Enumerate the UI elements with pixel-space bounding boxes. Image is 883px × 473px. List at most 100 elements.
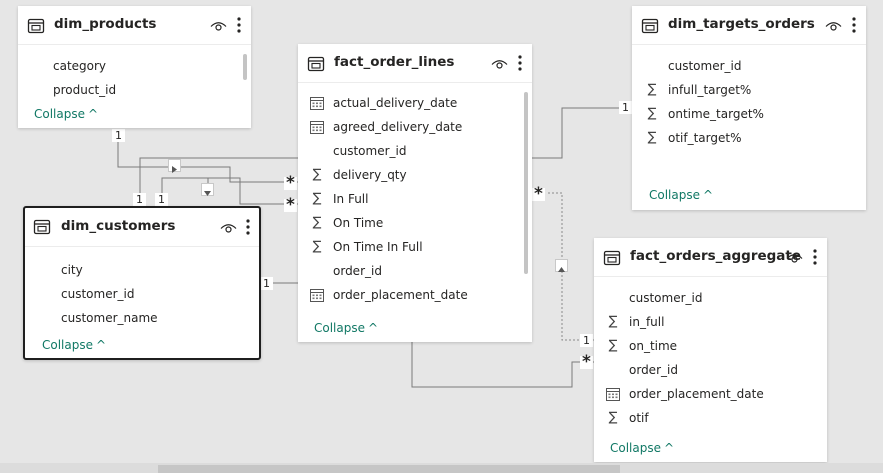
collapse-link[interactable]: Collapse ^ [610,440,674,456]
arrow-up-icon [558,267,565,272]
table-title: fact_order_lines [334,54,455,70]
field-name: customer_id [629,291,703,305]
eye-icon[interactable] [210,21,227,32]
eye-icon[interactable] [786,253,803,264]
field-name: order_placement_date [333,288,468,302]
field-name: product_id [53,83,117,97]
sigma-icon: ∑ [312,167,322,182]
cardinality-one: 1 [155,193,168,206]
field-name: otif [629,411,649,425]
table-card-dim-customers[interactable]: dim_customers city customer_id customer_na… [23,206,261,360]
field-icon [605,362,621,378]
field-icon [644,58,660,74]
calendar-icon [605,386,621,402]
table-card-dim-targets-orders[interactable]: dim_targets_orders customer_id ∑ infull_ta… [632,6,866,210]
cardinality-one: 1 [133,193,146,206]
field-name: actual_delivery_date [333,96,458,110]
field-icon [29,82,45,98]
cross-filter-arrow[interactable] [555,259,568,272]
field-name: on_time [629,339,678,353]
field-name: otif_target% [668,131,742,145]
table-icon [641,18,659,34]
table-card-header[interactable]: fact_order_lines [298,44,532,83]
cardinality-many: * [284,175,297,192]
field-name: infull_target% [668,83,752,97]
vertical-scrollbar[interactable] [524,92,528,274]
chevron-up-icon: ^ [88,107,99,121]
table-title: dim_targets_orders [668,16,815,32]
sigma-icon: ∑ [312,191,322,206]
table-card-dim-products[interactable]: dim_products category product_id Collaps… [18,6,251,128]
field-name: agreed_delivery_date [333,120,463,134]
chevron-up-icon: ^ [703,188,714,202]
table-icon [33,219,51,235]
cardinality-many: * [532,186,545,203]
field-icon [37,262,53,278]
field-name: customer_id [61,287,135,301]
chevron-up-icon: ^ [368,321,379,335]
collapse-link[interactable]: Collapse ^ [42,337,106,353]
field-icon [37,286,53,302]
sigma-icon: ∑ [312,215,322,230]
table-card-fact-orders-aggregate[interactable]: fact_orders_aggregate customer_id ∑ in_ful… [594,238,827,462]
arrow-right-icon [172,166,177,173]
field-name: customer_id [668,59,742,73]
cross-filter-arrow[interactable] [168,159,181,173]
sigma-icon: ∑ [608,338,618,353]
cardinality-one: 1 [260,277,273,290]
collapse-label: Collapse [34,107,85,121]
cardinality-many: * [580,354,593,371]
sigma-icon: ∑ [608,314,618,329]
collapse-label: Collapse [649,188,700,202]
sigma-icon: ∑ [647,130,657,145]
vertical-scrollbar[interactable] [243,54,247,80]
eye-icon[interactable] [825,21,842,32]
collapse-link[interactable]: Collapse ^ [314,320,378,336]
field-name: ontime_target% [668,107,764,121]
eye-icon[interactable] [220,223,237,234]
cardinality-one: 1 [580,334,593,347]
table-title: fact_orders_aggregate [630,248,802,264]
table-icon [603,250,621,266]
more-options-icon[interactable] [518,54,522,72]
table-card-header[interactable]: fact_orders_aggregate [594,238,827,277]
field-icon [29,58,45,74]
sigma-icon: ∑ [647,106,657,121]
field-name: order_id [629,363,678,377]
horizontal-scrollbar-thumb[interactable] [158,465,620,473]
sigma-icon: ∑ [608,410,618,425]
cardinality-one: 1 [112,129,125,142]
field-icon [37,310,53,326]
table-card-fact-order-lines[interactable]: fact_order_lines actual_delivery_dateagr… [298,44,532,342]
collapse-label: Collapse [42,338,93,352]
field-name: category [53,59,107,73]
collapse-label: Collapse [610,441,661,455]
eye-icon[interactable] [491,59,508,70]
field-icon [605,290,621,306]
collapse-link[interactable]: Collapse ^ [649,187,713,203]
model-canvas[interactable]: 1 1 1 * * 1 1 * 1 * dim_products categor… [0,0,883,473]
collapse-link[interactable]: Collapse ^ [34,106,98,122]
sigma-icon: ∑ [647,82,657,97]
table-icon [27,18,45,34]
relationship-line-products-orderlines [117,142,298,183]
more-options-icon[interactable] [237,16,241,34]
field-name: in_full [629,315,665,329]
table-card-header[interactable]: dim_customers [25,208,259,247]
field-name: order_id [333,264,382,278]
cardinality-one: 1 [619,101,632,114]
field-name: city [61,263,83,277]
relationship-line-orderlines-targets [532,107,632,159]
table-card-header[interactable]: dim_targets_orders [632,6,866,45]
relationship-line-orderlines-aggregate [411,342,594,388]
field-name: customer_name [61,311,158,325]
table-icon [307,56,325,72]
calendar-icon [309,95,325,111]
cross-filter-arrow[interactable] [201,183,214,196]
cardinality-many: * [284,197,297,214]
sigma-icon: ∑ [312,239,322,254]
more-options-icon[interactable] [246,218,250,236]
more-options-icon[interactable] [852,16,856,34]
table-card-header[interactable]: dim_products [18,6,251,45]
more-options-icon[interactable] [813,248,817,266]
